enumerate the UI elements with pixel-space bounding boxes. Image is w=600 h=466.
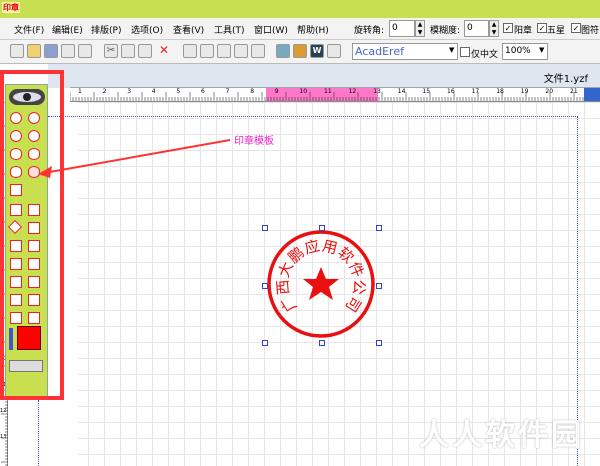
resize-handle-s[interactable] (319, 340, 325, 346)
stamp-char: 司 (342, 293, 365, 315)
stamp-char: 公 (349, 279, 368, 295)
annotation-label: 印章模板 (234, 136, 274, 147)
resize-handle-nw[interactable] (262, 225, 268, 231)
resize-handle-ne[interactable] (376, 225, 382, 231)
stamp-char: 西 (273, 279, 292, 295)
stamp-char: 应 (303, 237, 322, 258)
star-icon (303, 267, 339, 300)
resize-handle-sw[interactable] (262, 340, 268, 346)
stamp[interactable]: 广西大鹏应用软件公司 (264, 227, 380, 343)
resize-handle-se[interactable] (376, 340, 382, 346)
resize-handle-n[interactable] (319, 225, 325, 231)
resize-handle-e[interactable] (376, 283, 382, 289)
stamp-char: 广 (277, 293, 300, 315)
resize-handle-w[interactable] (262, 283, 268, 289)
watermark: 人人软件园 (419, 418, 584, 453)
